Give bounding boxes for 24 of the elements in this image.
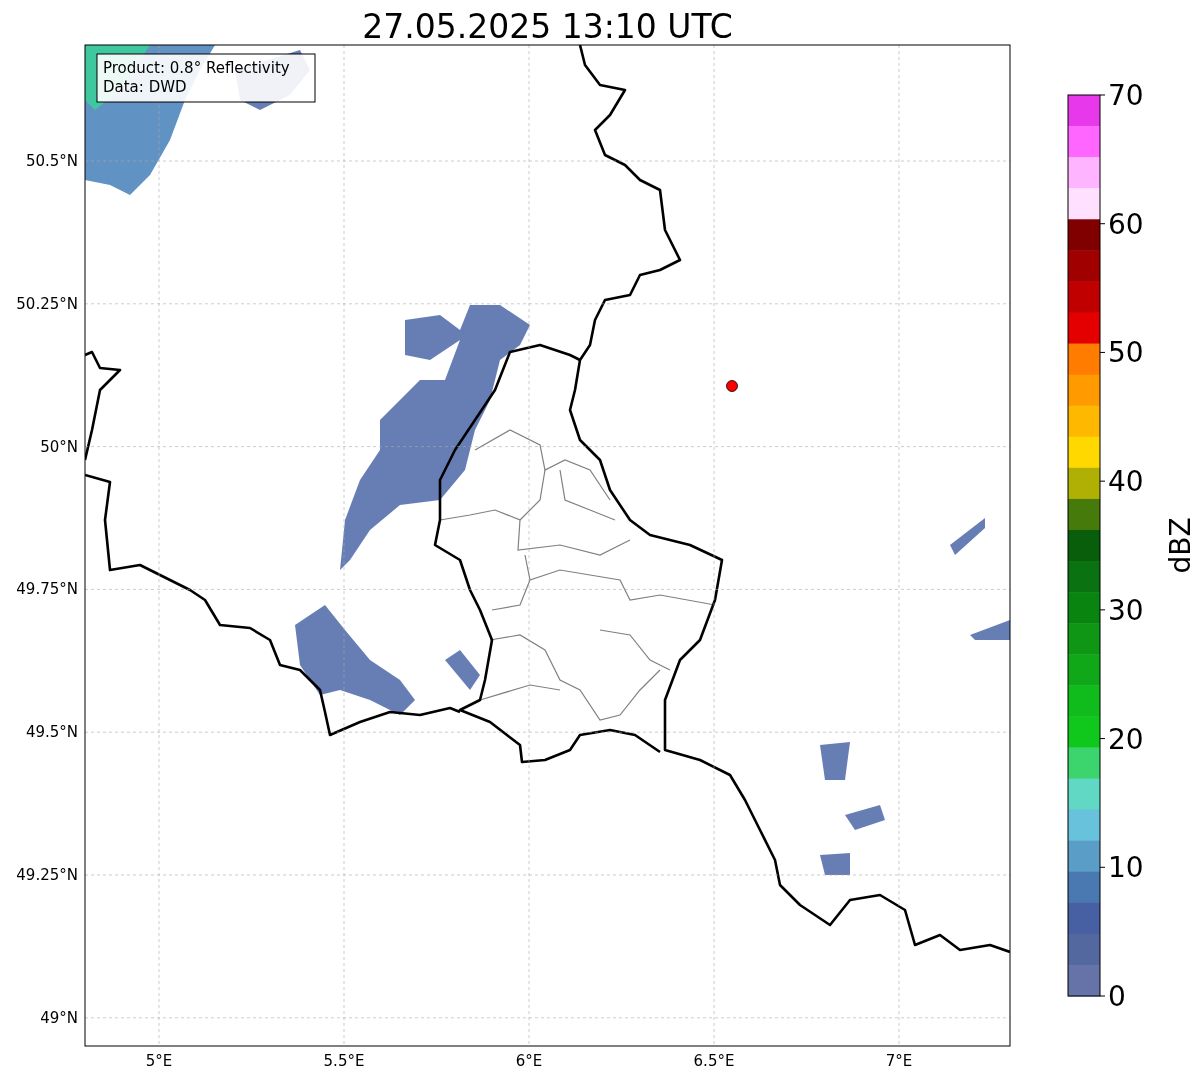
colorbar-tick-label: 30: [1108, 593, 1144, 627]
x-tick-label: 6.5°E: [693, 1052, 735, 1070]
y-tick-label: 49.75°N: [16, 580, 78, 599]
info-text: Data: DWD: [103, 78, 187, 96]
x-tick-label: 5.5°E: [323, 1052, 365, 1070]
colorbar-tick-label: 50: [1108, 336, 1144, 370]
y-tick-label: 49.25°N: [16, 866, 78, 884]
colorbar-label: dBZ: [1164, 517, 1197, 574]
chart-title: 27.05.2025 13:10 UTC: [362, 7, 733, 46]
y-tick-label: 50°N: [40, 437, 78, 456]
x-tick-label: 5°E: [145, 1052, 173, 1070]
x-tick-label: 6°E: [515, 1052, 543, 1070]
x-tick-label: 7°E: [885, 1052, 913, 1070]
info-text: Product: 0.8° Reflectivity: [103, 59, 290, 77]
colorbar-tick-label: 20: [1108, 722, 1144, 756]
y-tick-label: 49.5°N: [25, 723, 78, 742]
y-tick-label: 50.5°N: [25, 152, 78, 170]
colorbar-tick-label: 40: [1108, 465, 1144, 499]
colorbar-tick-label: 60: [1108, 207, 1144, 241]
y-tick-label: 49°N: [40, 1008, 78, 1027]
y-tick-label: 50.25°N: [16, 294, 78, 313]
colorbar-tick-label: 0: [1108, 980, 1126, 1013]
colorbar-tick-label: 70: [1108, 79, 1144, 112]
colorbar-tick-label: 10: [1108, 851, 1144, 885]
